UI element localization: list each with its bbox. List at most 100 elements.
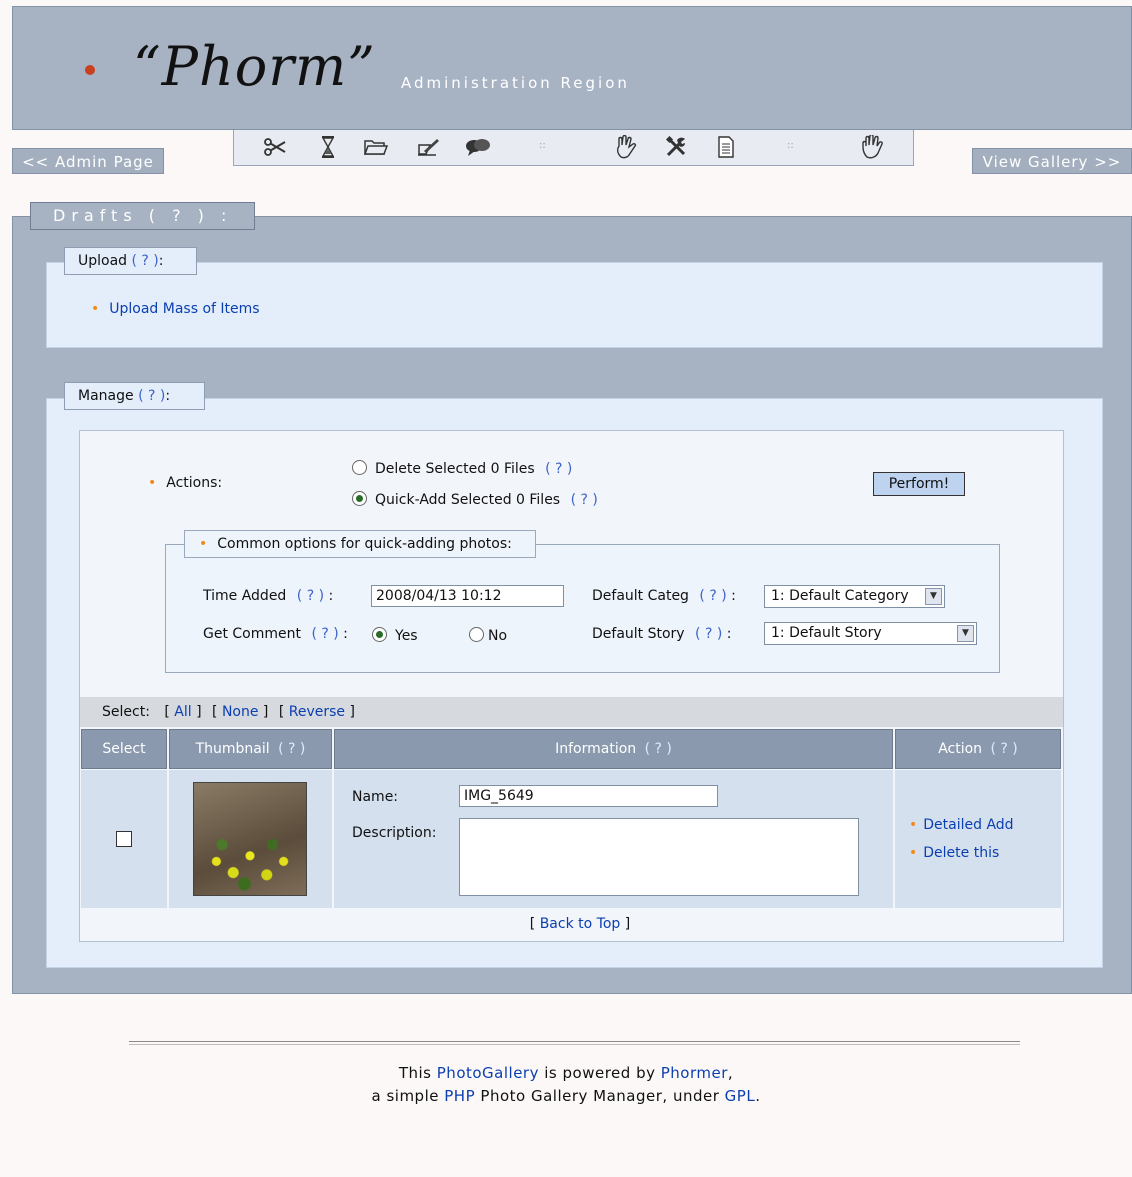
toolbar-separator: :: — [539, 140, 546, 151]
information-help-link[interactable]: ( ? ) — [645, 741, 672, 757]
upload-mass-link[interactable]: Upload Mass of Items — [109, 301, 259, 317]
view-gallery-button[interactable]: View Gallery >> — [972, 148, 1132, 174]
scissors-icon[interactable] — [261, 134, 289, 160]
actions-row: • Actions: — [148, 475, 222, 491]
admin-toolbar: :: :: — [233, 130, 914, 166]
select-all-link[interactable]: All — [174, 704, 191, 720]
select-reverse-group: [ Reverse ] — [278, 704, 355, 720]
select-none-group: [ None ] — [212, 704, 269, 720]
header-subtitle: Administration Region — [401, 74, 630, 92]
bullet-icon: • — [199, 536, 208, 552]
gpl-link[interactable]: GPL — [725, 1087, 756, 1105]
action-help-link[interactable]: ( ? ) — [991, 741, 1018, 757]
get-comment-label: Get Comment ( ? ) : — [203, 626, 348, 642]
quickadd-option[interactable]: Quick-Add Selected 0 Files ( ? ) — [352, 491, 598, 508]
manage-legend: Manage ( ? ): — [64, 382, 205, 410]
common-options-box — [165, 544, 1000, 673]
col-header-information: Information ( ? ) — [334, 729, 893, 769]
hourglass-icon[interactable] — [314, 134, 342, 160]
drafts-title: Drafts ( ? ) : — [30, 202, 255, 230]
default-categ-select[interactable]: 1: Default Category ▼ — [764, 585, 945, 608]
delete-this-link[interactable]: Delete this — [923, 845, 999, 861]
upload-help-link[interactable]: ( ? ) — [132, 253, 159, 269]
phormer-link[interactable]: Phormer — [661, 1064, 728, 1082]
select-none-link[interactable]: None — [222, 704, 259, 720]
upload-legend-colon: : — [158, 253, 164, 269]
default-story-select[interactable]: 1: Default Story ▼ — [764, 622, 977, 645]
quickadd-radio[interactable] — [352, 491, 367, 506]
comment-yes-radio[interactable] — [372, 627, 387, 642]
comment-no-radio[interactable] — [469, 627, 484, 642]
hand-stop-icon[interactable] — [858, 134, 886, 160]
hand-ok-icon[interactable] — [612, 134, 640, 160]
manage-legend-colon: : — [165, 388, 171, 404]
logo-bullet — [85, 65, 95, 75]
time-added-input[interactable] — [371, 585, 564, 607]
quickadd-help-link[interactable]: ( ? ) — [571, 492, 598, 508]
comment-no-label: No — [488, 628, 508, 644]
time-added-help-link[interactable]: ( ? ) — [297, 588, 324, 604]
pen-icon[interactable] — [414, 134, 442, 160]
time-added-label: Time Added ( ? ) : — [203, 588, 333, 604]
logo: “Phorm” — [133, 35, 376, 98]
footer-text: a simple — [371, 1087, 439, 1105]
photo-thumbnail[interactable] — [193, 782, 307, 896]
upload-mass-item: • Upload Mass of Items — [91, 301, 260, 317]
col-header-thumbnail: Thumbnail ( ? ) — [169, 729, 332, 769]
perform-button[interactable]: Perform! — [873, 472, 965, 496]
detailed-add-link[interactable]: Detailed Add — [923, 817, 1013, 833]
chevron-down-icon[interactable]: ▼ — [925, 588, 942, 605]
name-label: Name: — [352, 789, 399, 805]
default-story-label: Default Story ( ? ) : — [592, 626, 731, 642]
delete-help-link[interactable]: ( ? ) — [545, 461, 572, 477]
tools-icon[interactable] — [662, 134, 690, 160]
back-to-top-link[interactable]: Back to Top — [540, 916, 621, 932]
back-to-top: [ Back to Top ] — [529, 916, 631, 932]
chevron-down-icon[interactable]: ▼ — [957, 625, 974, 642]
admin-page-button[interactable]: << Admin Page — [12, 148, 164, 174]
description-textarea[interactable] — [459, 818, 859, 896]
common-options-label: Common options for quick-adding photos: — [217, 536, 512, 552]
default-categ-help-link[interactable]: ( ? ) — [699, 588, 726, 604]
select-label: Select: — [102, 704, 150, 720]
upload-legend-label: Upload — [78, 253, 128, 269]
detailed-add-item: • Detailed Add — [909, 817, 1014, 833]
default-story-help-link[interactable]: ( ? ) — [695, 626, 722, 642]
footer-line-1: This PhotoGallery is powered by Phormer, — [398, 1064, 734, 1082]
photogallery-link[interactable]: PhotoGallery — [437, 1064, 539, 1082]
col-header-select: Select — [81, 729, 167, 769]
table-cell-action — [895, 770, 1061, 908]
manage-legend-label: Manage — [78, 388, 134, 404]
upload-panel: • Upload Mass of Items — [46, 262, 1103, 348]
common-options-legend: • Common options for quick-adding photos: — [184, 530, 536, 558]
php-link[interactable]: PHP — [444, 1087, 475, 1105]
name-input[interactable] — [459, 785, 718, 807]
header-banner: “Phorm” Administration Region — [12, 6, 1132, 130]
folder-icon[interactable] — [362, 134, 390, 160]
col-header-action: Action ( ? ) — [895, 729, 1061, 769]
bullet-icon: • — [909, 817, 918, 833]
default-categ-label: Default Categ ( ? ) : — [592, 588, 736, 604]
col-header-information-label: Information — [555, 741, 637, 757]
default-categ-value: 1: Default Category — [771, 588, 909, 604]
manage-help-link[interactable]: ( ? ) — [138, 388, 165, 404]
delete-radio[interactable] — [352, 460, 367, 475]
get-comment-help-link[interactable]: ( ? ) — [311, 626, 338, 642]
actions-label: Actions: — [166, 475, 223, 491]
time-added-text: Time Added — [203, 588, 287, 604]
delete-option-label: Delete Selected 0 Files — [375, 461, 535, 477]
col-header-thumbnail-label: Thumbnail — [195, 741, 270, 757]
thumbnail-help-link[interactable]: ( ? ) — [278, 741, 305, 757]
footer-text: This — [398, 1064, 432, 1082]
default-categ-text: Default Categ — [592, 588, 689, 604]
bullet-icon: • — [91, 301, 100, 317]
select-reverse-link[interactable]: Reverse — [289, 704, 345, 720]
row-select-checkbox[interactable] — [116, 831, 132, 847]
time-added-colon: : — [328, 588, 334, 604]
comment-no-option[interactable]: No — [469, 627, 507, 644]
delete-option[interactable]: Delete Selected 0 Files ( ? ) — [352, 460, 572, 477]
document-icon[interactable] — [712, 134, 740, 160]
default-story-value: 1: Default Story — [771, 625, 882, 641]
chat-icon[interactable] — [464, 134, 492, 160]
comment-yes-option[interactable]: Yes — [372, 627, 418, 644]
